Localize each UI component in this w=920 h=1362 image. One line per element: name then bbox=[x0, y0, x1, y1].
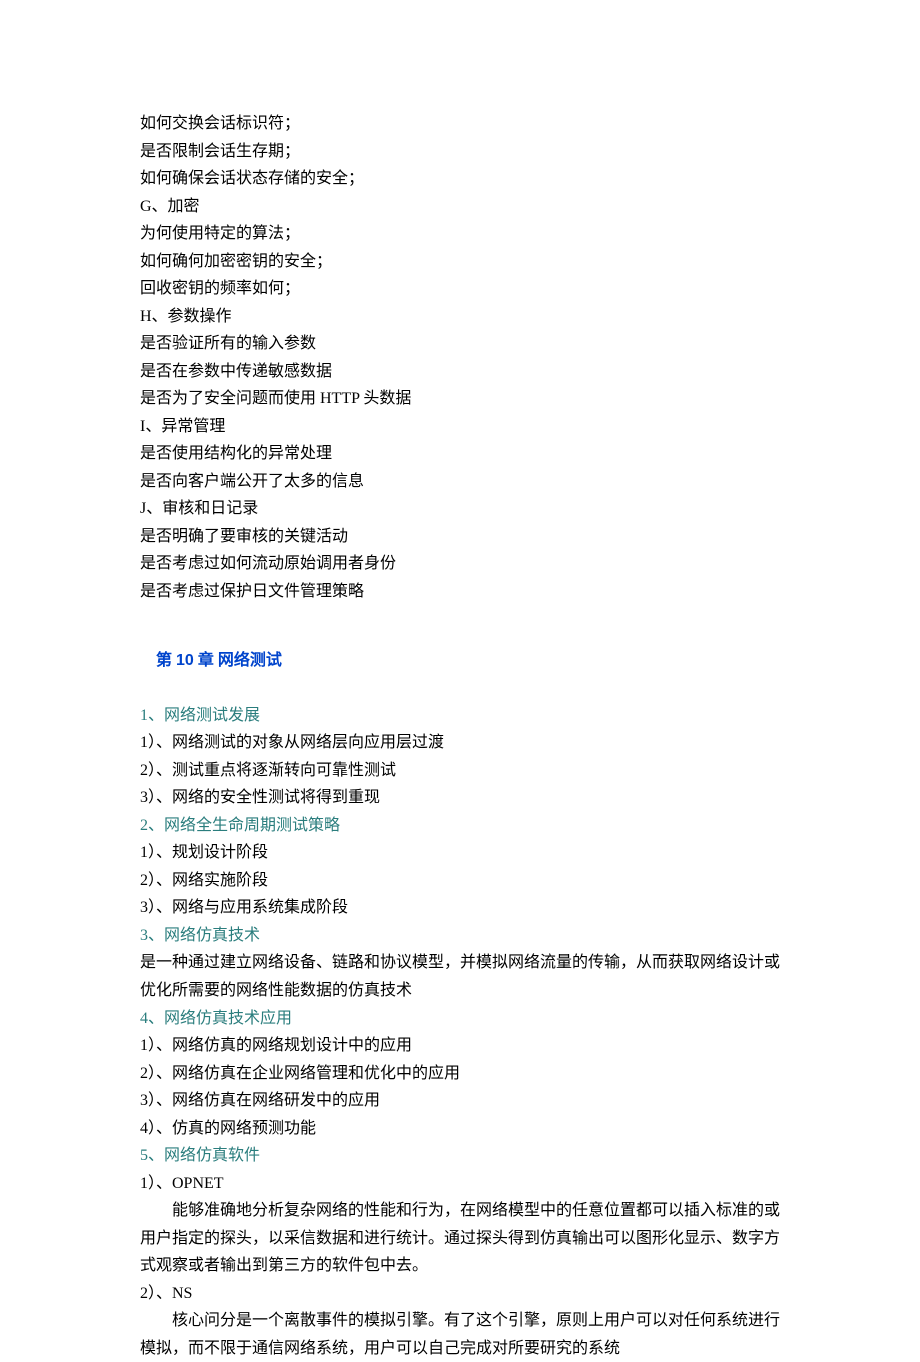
body-line: 是否使用结构化的异常处理 bbox=[140, 440, 780, 468]
body-line: 是否限制会话生存期； bbox=[140, 138, 780, 166]
chapter-suffix: 章 网络测试 bbox=[194, 652, 282, 669]
list-item: 3）、网络与应用系统集成阶段 bbox=[140, 894, 780, 922]
body-line: 为何使用特定的算法； bbox=[140, 220, 780, 248]
body-line: 是否明确了要审核的关键活动 bbox=[140, 523, 780, 551]
list-item: 1）、网络测试的对象从网络层向应用层过渡 bbox=[140, 729, 780, 757]
section-heading: 5、网络仿真软件 bbox=[140, 1142, 780, 1170]
section-heading: 3、网络仿真技术 bbox=[140, 922, 780, 950]
body-line: G、加密 bbox=[140, 193, 780, 221]
body-line: 如何交换会话标识符； bbox=[140, 110, 780, 138]
document-page: 如何交换会话标识符； 是否限制会话生存期； 如何确保会话状态存储的安全； G、加… bbox=[0, 0, 920, 1362]
list-item: 1）、规划设计阶段 bbox=[140, 839, 780, 867]
body-line: 是否验证所有的输入参数 bbox=[140, 330, 780, 358]
section-heading: 1、网络测试发展 bbox=[140, 702, 780, 730]
list-item: 2）、测试重点将逐渐转向可靠性测试 bbox=[140, 757, 780, 785]
body-line: 是否在参数中传递敏感数据 bbox=[140, 358, 780, 386]
body-line: I、异常管理 bbox=[140, 413, 780, 441]
chapter-heading: 第 10 章 网络测试 bbox=[140, 619, 780, 702]
chapter-number: 10 bbox=[176, 652, 194, 669]
chapter-prefix: 第 bbox=[156, 652, 176, 669]
list-item: 2）、网络仿真在企业网络管理和优化中的应用 bbox=[140, 1060, 780, 1088]
list-item: 4）、仿真的网络预测功能 bbox=[140, 1115, 780, 1143]
list-item: 2）、网络实施阶段 bbox=[140, 867, 780, 895]
body-line: 如何确保会话状态存储的安全； bbox=[140, 165, 780, 193]
list-item: 1）、网络仿真的网络规划设计中的应用 bbox=[140, 1032, 780, 1060]
list-item: 1）、OPNET bbox=[140, 1170, 780, 1198]
body-line: 是否考虑过如何流动原始调用者身份 bbox=[140, 550, 780, 578]
section-heading: 4、网络仿真技术应用 bbox=[140, 1005, 780, 1033]
body-line: 是否考虑过保护日文件管理策略 bbox=[140, 578, 780, 606]
body-line: 回收密钥的频率如何； bbox=[140, 275, 780, 303]
paragraph: 是一种通过建立网络设备、链路和协议模型，并模拟网络流量的传输，从而获取网络设计或… bbox=[140, 949, 780, 1004]
section-heading: 2、网络全生命周期测试策略 bbox=[140, 812, 780, 840]
paragraph: 核心问分是一个离散事件的模拟引擎。有了这个引擎，原则上用户可以对任何系统进行模拟… bbox=[140, 1307, 780, 1362]
list-item: 3）、网络的安全性测试将得到重现 bbox=[140, 784, 780, 812]
list-item: 3）、网络仿真在网络研发中的应用 bbox=[140, 1087, 780, 1115]
body-line: H、参数操作 bbox=[140, 303, 780, 331]
body-line: 是否为了安全问题而使用 HTTP 头数据 bbox=[140, 385, 780, 413]
body-line: J、审核和日记录 bbox=[140, 495, 780, 523]
list-item: 2）、NS bbox=[140, 1280, 780, 1308]
body-line: 如何确何加密密钥的安全； bbox=[140, 248, 780, 276]
paragraph: 能够准确地分析复杂网络的性能和行为，在网络模型中的任意位置都可以插入标准的或用户… bbox=[140, 1197, 780, 1280]
body-line: 是否向客户端公开了太多的信息 bbox=[140, 468, 780, 496]
